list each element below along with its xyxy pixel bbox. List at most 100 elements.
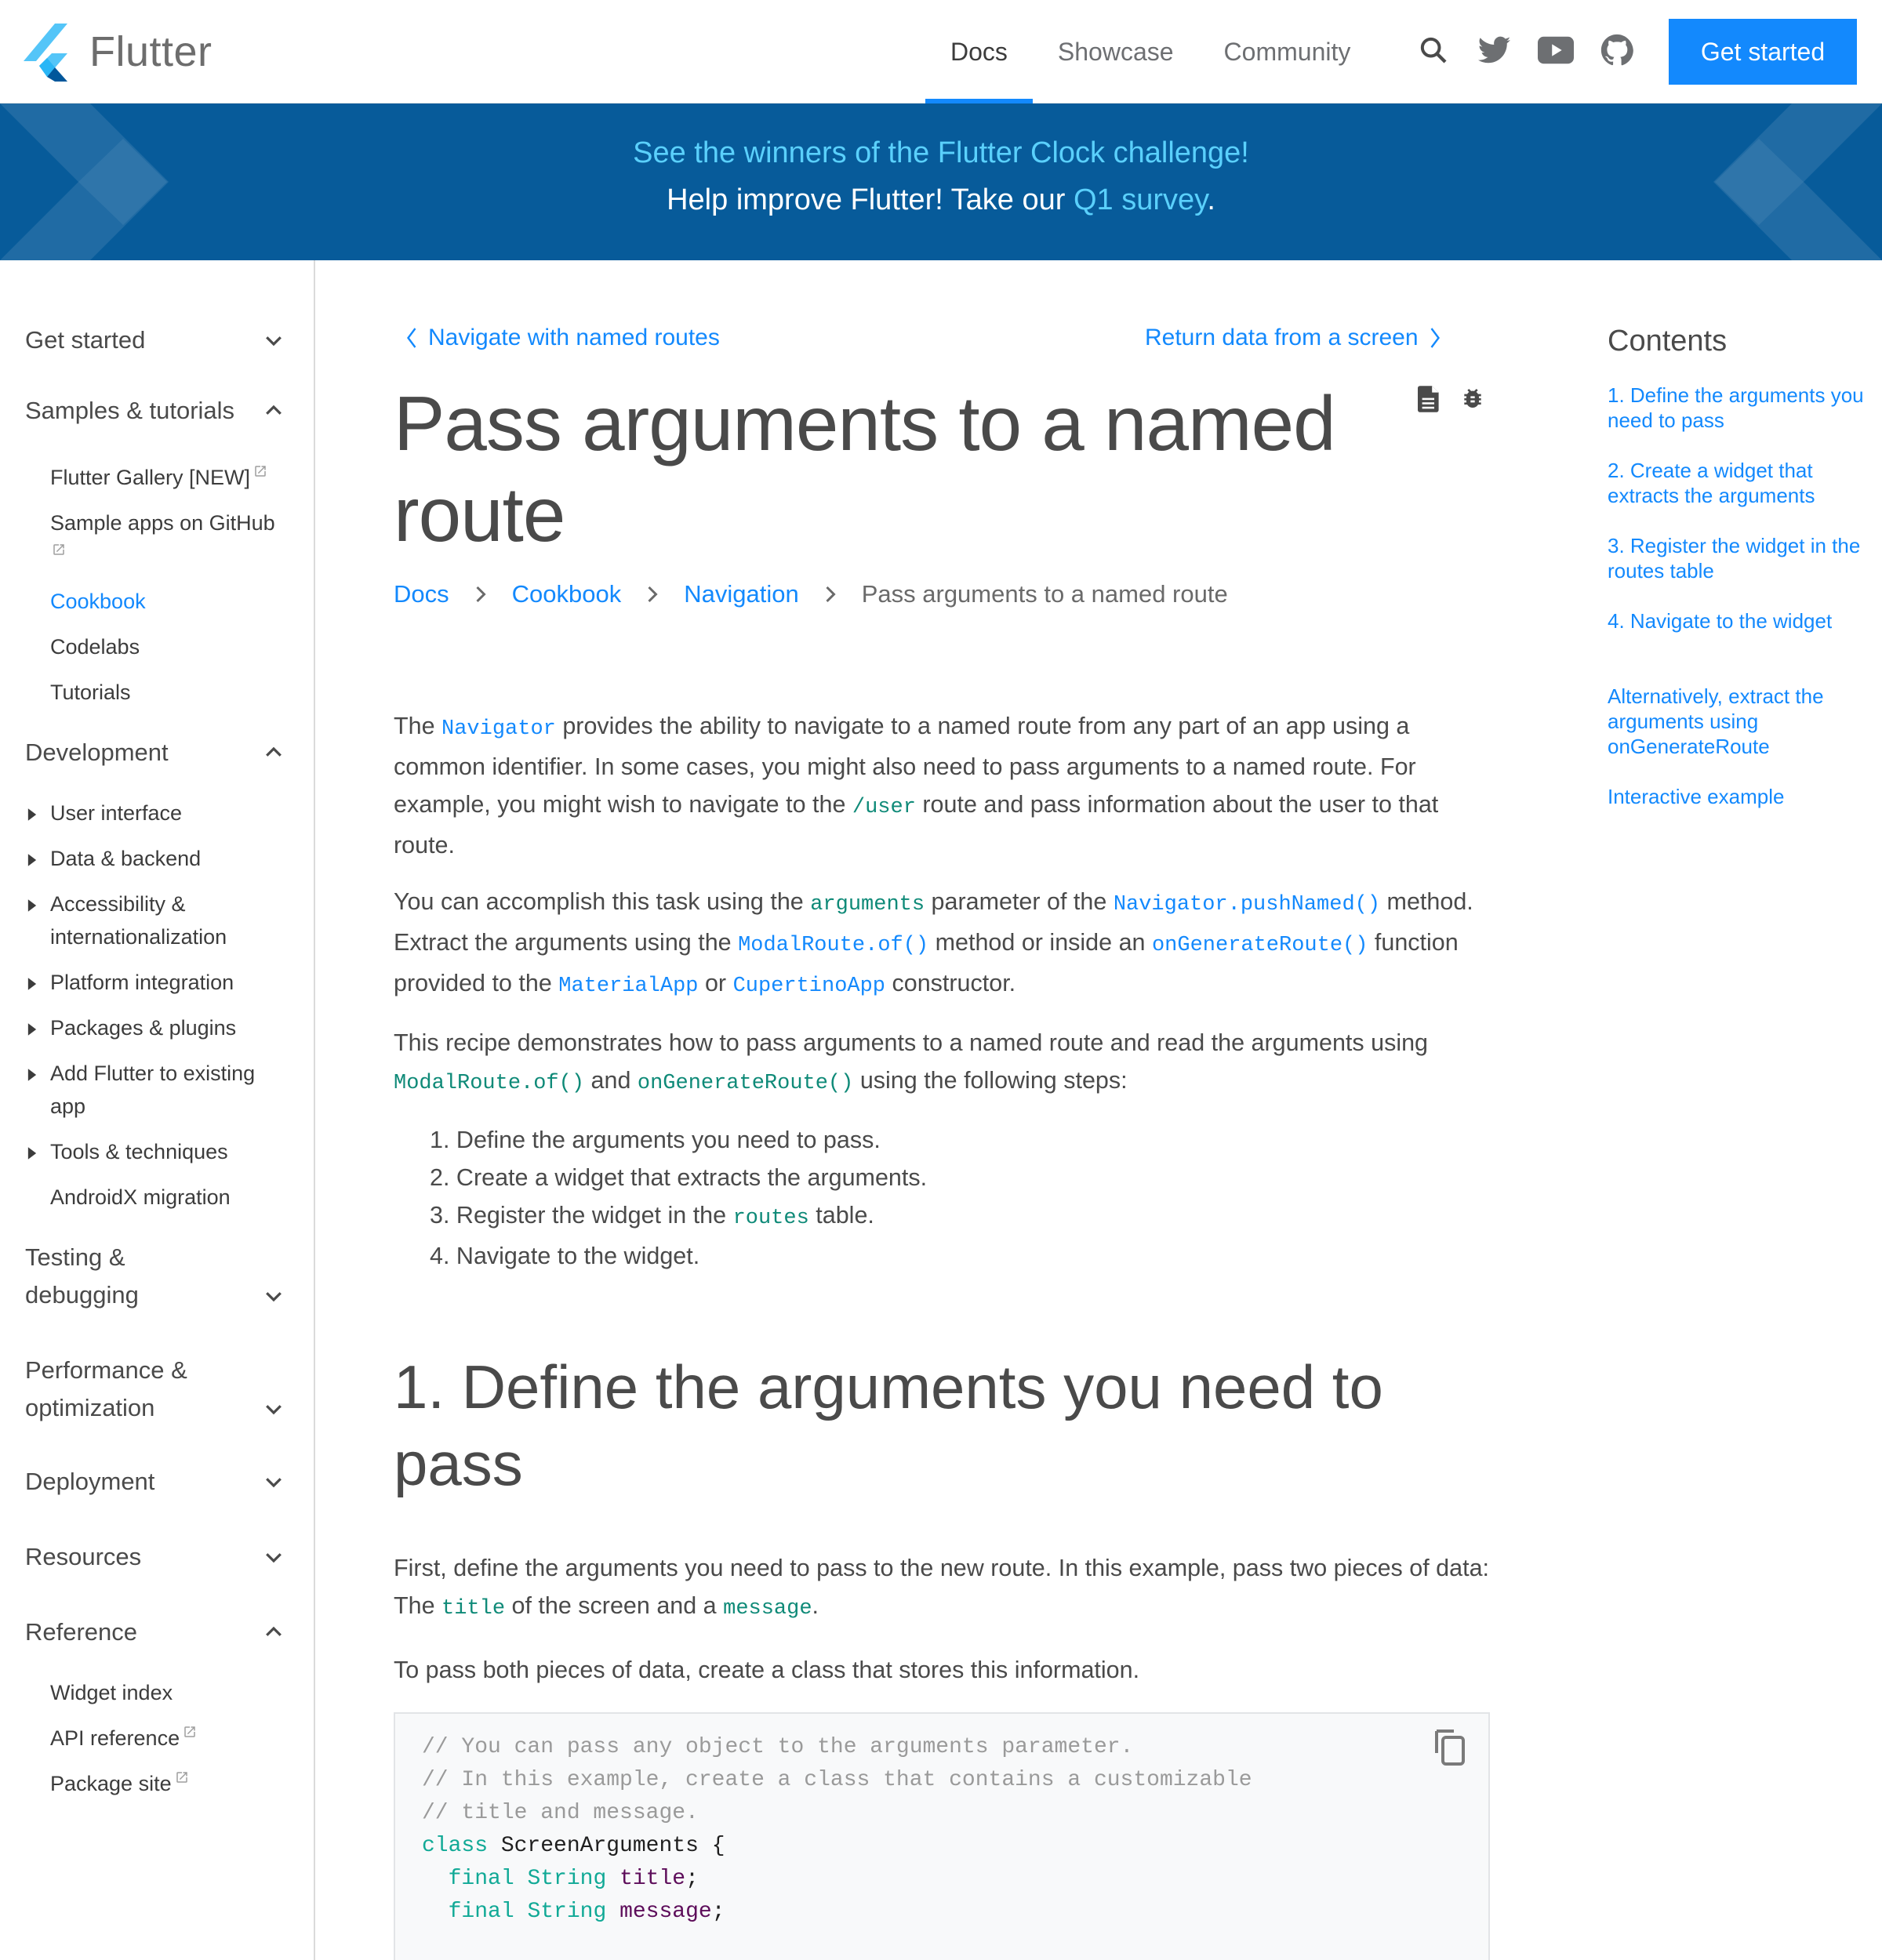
toc-item[interactable]: 1. Define the arguments you need to pass [1608, 383, 1866, 433]
sidebar-nav: Get started Samples & tutorials Flutter … [0, 260, 315, 1960]
github-icon[interactable] [1595, 28, 1639, 72]
caret-right-icon[interactable] [27, 1022, 38, 1036]
nav-showcase[interactable]: Showcase [1033, 0, 1199, 103]
caret-right-icon[interactable] [27, 1146, 38, 1160]
ongenerateroute-link[interactable]: onGenerateRoute() [1152, 934, 1368, 957]
list-item: 2. Create a widget that extracts the arg… [430, 1159, 927, 1196]
sidebar-section-get-started[interactable]: Get started [25, 321, 285, 359]
sidebar-section-label: Development [25, 739, 169, 766]
sidebar-item-package-site[interactable]: Package site [50, 1767, 293, 1800]
survey-suffix: . [1207, 183, 1215, 216]
sidebar-item-label: Sample apps on GitHub [50, 511, 275, 535]
navigator-link[interactable]: Navigator [441, 717, 556, 741]
prev-page-link[interactable]: Navigate with named routes [405, 325, 720, 351]
sidebar-item-platform-integration[interactable]: Platform integration [50, 966, 293, 999]
clock-challenge-link[interactable]: See the winners of the Flutter Clock cha… [0, 136, 1882, 170]
sidebar-item-accessibility[interactable]: Accessibility & internationalization [50, 887, 293, 953]
sidebar-item-api-reference[interactable]: API reference [50, 1722, 293, 1755]
survey-link[interactable]: Q1 survey [1074, 183, 1207, 216]
inline-code: /user [852, 796, 916, 819]
sidebar-item-user-interface[interactable]: User interface [50, 797, 293, 829]
code-comment: // You can pass any object to the argume… [422, 1735, 1134, 1759]
code-type: String [527, 1867, 607, 1891]
sidebar-item-sample-apps[interactable]: Sample apps on GitHub [50, 506, 293, 572]
sidebar-section-reference[interactable]: Reference [25, 1613, 285, 1651]
code-brace: { [711, 1834, 725, 1858]
nav-docs[interactable]: Docs [925, 0, 1033, 103]
pushnamed-link[interactable]: Navigator.pushNamed() [1114, 893, 1380, 916]
text: You can accomplish this task using the [394, 888, 811, 915]
inline-code: title [441, 1597, 506, 1621]
toc-item[interactable]: Interactive example [1608, 784, 1866, 809]
modalroute-link[interactable]: ModalRoute.of() [738, 934, 928, 957]
sidebar-item-tools-techniques[interactable]: Tools & techniques [50, 1135, 293, 1168]
sidebar-item-widget-index[interactable]: Widget index [50, 1676, 293, 1709]
chevron-down-icon [266, 1553, 282, 1563]
toc-item[interactable]: 3. Register the widget in the routes tab… [1608, 533, 1866, 583]
chevron-up-icon [266, 405, 282, 415]
sidebar-section-samples[interactable]: Samples & tutorials [25, 392, 285, 430]
search-icon[interactable] [1412, 28, 1455, 72]
cupertinoapp-link[interactable]: CupertinoApp [733, 975, 885, 998]
copy-icon[interactable] [1432, 1728, 1470, 1769]
caret-right-icon[interactable] [27, 853, 38, 867]
sidebar-item-packages-plugins[interactable]: Packages & plugins [50, 1011, 293, 1044]
document-icon[interactable] [1418, 386, 1446, 414]
survey-prefix: Help improve Flutter! Take our [667, 183, 1074, 216]
code-keyword: final [448, 1900, 514, 1924]
nav-community[interactable]: Community [1199, 0, 1376, 103]
inline-code: onGenerateRoute() [637, 1072, 854, 1095]
breadcrumb-cookbook[interactable]: Cookbook [512, 580, 622, 608]
sidebar-section-label: Deployment [25, 1468, 155, 1495]
get-started-button[interactable]: Get started [1669, 19, 1857, 85]
toc-item[interactable]: Alternatively, extract the arguments usi… [1608, 684, 1866, 759]
list-item: 4. Navigate to the widget. [430, 1237, 927, 1275]
breadcrumb-navigation[interactable]: Navigation [684, 580, 798, 608]
step-text: Define the arguments you need to pass. [456, 1127, 881, 1153]
text: . [812, 1592, 819, 1619]
flutter-logo[interactable]: Flutter [24, 22, 213, 82]
sidebar-item-add-to-app[interactable]: Add Flutter to existing app [50, 1057, 293, 1123]
caret-right-icon[interactable] [27, 808, 38, 822]
sidebar-section-label: Performance & optimization [25, 1356, 187, 1421]
sidebar-item-codelabs[interactable]: Codelabs [50, 630, 293, 663]
youtube-icon[interactable] [1534, 28, 1578, 72]
intro-paragraph-3: This recipe demonstrates how to pass arg… [394, 1024, 1491, 1102]
caret-right-icon[interactable] [27, 1068, 38, 1082]
bug-icon[interactable] [1460, 386, 1488, 414]
sidebar-item-data-backend[interactable]: Data & backend [50, 842, 293, 875]
materialapp-link[interactable]: MaterialApp [558, 975, 698, 998]
sidebar-item-cookbook[interactable]: Cookbook [50, 585, 293, 618]
toc-item[interactable]: 4. Navigate to the widget [1608, 608, 1866, 633]
toc-item[interactable]: 2. Create a widget that extracts the arg… [1608, 458, 1866, 508]
sidebar-item-label: Package site [50, 1772, 172, 1795]
caret-right-icon[interactable] [27, 898, 38, 913]
toc-title: Contents [1608, 325, 1728, 358]
chevron-up-icon [266, 1626, 282, 1636]
caret-right-icon[interactable] [27, 977, 38, 991]
step-text: Navigate to the widget. [456, 1243, 700, 1269]
step-text: table. [808, 1202, 874, 1229]
breadcrumb-current: Pass arguments to a named route [861, 580, 1228, 608]
next-page-link[interactable]: Return data from a screen [1145, 325, 1459, 351]
section-paragraph-2: To pass both pieces of data, create a cl… [394, 1657, 1140, 1683]
sidebar-section-performance[interactable]: Performance & optimization [25, 1352, 285, 1427]
text: This recipe demonstrates how to pass arg… [394, 1029, 1429, 1056]
sidebar-section-resources[interactable]: Resources [25, 1538, 285, 1576]
banner-decoration-right [1713, 103, 1882, 260]
text: of the screen and a [505, 1592, 724, 1619]
sidebar-section-deployment[interactable]: Deployment [25, 1463, 285, 1501]
list-item: 1. Define the arguments you need to pass… [430, 1121, 927, 1159]
sidebar-section-label: Reference [25, 1618, 138, 1646]
sidebar-item-flutter-gallery[interactable]: Flutter Gallery [NEW] [50, 461, 293, 494]
section-paragraph-1: First, define the arguments you need to … [394, 1549, 1491, 1628]
sidebar-item-tutorials[interactable]: Tutorials [50, 676, 293, 709]
sidebar-section-testing[interactable]: Testing & debugging [25, 1239, 285, 1314]
chevron-right-icon [635, 583, 670, 606]
sidebar-item-androidx[interactable]: AndroidX migration [50, 1181, 293, 1214]
step-number: 2. [430, 1164, 450, 1191]
sidebar-section-label: Testing & debugging [25, 1243, 139, 1308]
sidebar-section-development[interactable]: Development [25, 734, 285, 771]
breadcrumb-docs[interactable]: Docs [394, 580, 449, 608]
twitter-icon[interactable] [1473, 28, 1517, 72]
